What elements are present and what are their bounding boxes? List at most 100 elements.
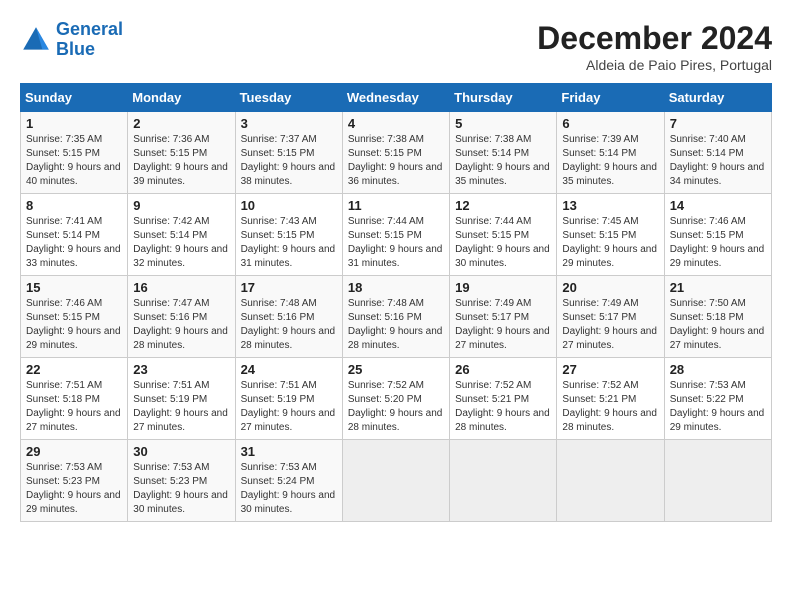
calendar-day: 27 Sunrise: 7:52 AMSunset: 5:21 PMDaylig… — [557, 358, 664, 440]
col-wednesday: Wednesday — [342, 84, 449, 112]
header: General Blue December 2024 Aldeia de Pai… — [20, 20, 772, 73]
header-row: Sunday Monday Tuesday Wednesday Thursday… — [21, 84, 772, 112]
day-number: 13 — [562, 198, 658, 213]
calendar-day: 26 Sunrise: 7:52 AMSunset: 5:21 PMDaylig… — [450, 358, 557, 440]
calendar-table: Sunday Monday Tuesday Wednesday Thursday… — [20, 83, 772, 522]
day-info: Sunrise: 7:51 AMSunset: 5:19 PMDaylight:… — [133, 380, 228, 433]
calendar-day: 8 Sunrise: 7:41 AMSunset: 5:14 PMDayligh… — [21, 194, 128, 276]
calendar-day: 3 Sunrise: 7:37 AMSunset: 5:15 PMDayligh… — [235, 112, 342, 194]
day-number: 22 — [26, 362, 122, 377]
day-info: Sunrise: 7:42 AMSunset: 5:14 PMDaylight:… — [133, 216, 228, 269]
calendar-day: 22 Sunrise: 7:51 AMSunset: 5:18 PMDaylig… — [21, 358, 128, 440]
calendar-day: 11 Sunrise: 7:44 AMSunset: 5:15 PMDaylig… — [342, 194, 449, 276]
day-info: Sunrise: 7:52 AMSunset: 5:21 PMDaylight:… — [562, 380, 657, 433]
day-info: Sunrise: 7:52 AMSunset: 5:21 PMDaylight:… — [455, 380, 550, 433]
day-number: 11 — [348, 198, 444, 213]
col-friday: Friday — [557, 84, 664, 112]
calendar-day: 9 Sunrise: 7:42 AMSunset: 5:14 PMDayligh… — [128, 194, 235, 276]
calendar-week-row: 29 Sunrise: 7:53 AMSunset: 5:23 PMDaylig… — [21, 440, 772, 522]
day-info: Sunrise: 7:52 AMSunset: 5:20 PMDaylight:… — [348, 380, 443, 433]
day-info: Sunrise: 7:38 AMSunset: 5:14 PMDaylight:… — [455, 134, 550, 187]
calendar-day: 24 Sunrise: 7:51 AMSunset: 5:19 PMDaylig… — [235, 358, 342, 440]
empty-day — [557, 440, 664, 522]
day-number: 25 — [348, 362, 444, 377]
day-number: 24 — [241, 362, 337, 377]
page-container: General Blue December 2024 Aldeia de Pai… — [20, 20, 772, 522]
day-info: Sunrise: 7:40 AMSunset: 5:14 PMDaylight:… — [670, 134, 765, 187]
calendar-day: 1 Sunrise: 7:35 AMSunset: 5:15 PMDayligh… — [21, 112, 128, 194]
day-number: 31 — [241, 444, 337, 459]
empty-day — [450, 440, 557, 522]
calendar-day: 19 Sunrise: 7:49 AMSunset: 5:17 PMDaylig… — [450, 276, 557, 358]
day-info: Sunrise: 7:53 AMSunset: 5:23 PMDaylight:… — [133, 462, 228, 515]
day-info: Sunrise: 7:53 AMSunset: 5:23 PMDaylight:… — [26, 462, 121, 515]
day-number: 19 — [455, 280, 551, 295]
calendar-day: 13 Sunrise: 7:45 AMSunset: 5:15 PMDaylig… — [557, 194, 664, 276]
calendar-day: 6 Sunrise: 7:39 AMSunset: 5:14 PMDayligh… — [557, 112, 664, 194]
day-info: Sunrise: 7:48 AMSunset: 5:16 PMDaylight:… — [348, 298, 443, 351]
calendar-day: 18 Sunrise: 7:48 AMSunset: 5:16 PMDaylig… — [342, 276, 449, 358]
logo-icon — [20, 24, 52, 56]
calendar-week-row: 15 Sunrise: 7:46 AMSunset: 5:15 PMDaylig… — [21, 276, 772, 358]
calendar-day: 4 Sunrise: 7:38 AMSunset: 5:15 PMDayligh… — [342, 112, 449, 194]
col-thursday: Thursday — [450, 84, 557, 112]
calendar-day: 2 Sunrise: 7:36 AMSunset: 5:15 PMDayligh… — [128, 112, 235, 194]
day-info: Sunrise: 7:44 AMSunset: 5:15 PMDaylight:… — [455, 216, 550, 269]
day-number: 4 — [348, 116, 444, 131]
day-number: 6 — [562, 116, 658, 131]
calendar-day: 25 Sunrise: 7:52 AMSunset: 5:20 PMDaylig… — [342, 358, 449, 440]
day-info: Sunrise: 7:48 AMSunset: 5:16 PMDaylight:… — [241, 298, 336, 351]
day-info: Sunrise: 7:51 AMSunset: 5:18 PMDaylight:… — [26, 380, 121, 433]
day-number: 14 — [670, 198, 766, 213]
day-info: Sunrise: 7:43 AMSunset: 5:15 PMDaylight:… — [241, 216, 336, 269]
day-number: 29 — [26, 444, 122, 459]
day-number: 10 — [241, 198, 337, 213]
day-info: Sunrise: 7:35 AMSunset: 5:15 PMDaylight:… — [26, 134, 121, 187]
day-info: Sunrise: 7:38 AMSunset: 5:15 PMDaylight:… — [348, 134, 443, 187]
day-info: Sunrise: 7:51 AMSunset: 5:19 PMDaylight:… — [241, 380, 336, 433]
calendar-day: 20 Sunrise: 7:49 AMSunset: 5:17 PMDaylig… — [557, 276, 664, 358]
day-number: 7 — [670, 116, 766, 131]
day-info: Sunrise: 7:41 AMSunset: 5:14 PMDaylight:… — [26, 216, 121, 269]
logo-text: General Blue — [56, 20, 123, 60]
day-number: 15 — [26, 280, 122, 295]
calendar-title: December 2024 — [537, 20, 772, 57]
day-number: 12 — [455, 198, 551, 213]
col-tuesday: Tuesday — [235, 84, 342, 112]
day-info: Sunrise: 7:53 AMSunset: 5:24 PMDaylight:… — [241, 462, 336, 515]
title-area: December 2024 Aldeia de Paio Pires, Port… — [537, 20, 772, 73]
day-info: Sunrise: 7:50 AMSunset: 5:18 PMDaylight:… — [670, 298, 765, 351]
calendar-day: 23 Sunrise: 7:51 AMSunset: 5:19 PMDaylig… — [128, 358, 235, 440]
day-number: 9 — [133, 198, 229, 213]
calendar-day: 30 Sunrise: 7:53 AMSunset: 5:23 PMDaylig… — [128, 440, 235, 522]
calendar-week-row: 1 Sunrise: 7:35 AMSunset: 5:15 PMDayligh… — [21, 112, 772, 194]
calendar-day: 29 Sunrise: 7:53 AMSunset: 5:23 PMDaylig… — [21, 440, 128, 522]
day-number: 28 — [670, 362, 766, 377]
day-info: Sunrise: 7:46 AMSunset: 5:15 PMDaylight:… — [670, 216, 765, 269]
logo: General Blue — [20, 20, 123, 60]
calendar-day: 15 Sunrise: 7:46 AMSunset: 5:15 PMDaylig… — [21, 276, 128, 358]
calendar-day: 7 Sunrise: 7:40 AMSunset: 5:14 PMDayligh… — [664, 112, 771, 194]
day-number: 17 — [241, 280, 337, 295]
logo-line1: General — [56, 19, 123, 39]
day-number: 18 — [348, 280, 444, 295]
day-info: Sunrise: 7:45 AMSunset: 5:15 PMDaylight:… — [562, 216, 657, 269]
col-monday: Monday — [128, 84, 235, 112]
empty-day — [664, 440, 771, 522]
day-info: Sunrise: 7:37 AMSunset: 5:15 PMDaylight:… — [241, 134, 336, 187]
calendar-day: 5 Sunrise: 7:38 AMSunset: 5:14 PMDayligh… — [450, 112, 557, 194]
day-info: Sunrise: 7:36 AMSunset: 5:15 PMDaylight:… — [133, 134, 228, 187]
day-number: 20 — [562, 280, 658, 295]
day-number: 23 — [133, 362, 229, 377]
day-info: Sunrise: 7:46 AMSunset: 5:15 PMDaylight:… — [26, 298, 121, 351]
calendar-day: 31 Sunrise: 7:53 AMSunset: 5:24 PMDaylig… — [235, 440, 342, 522]
empty-day — [342, 440, 449, 522]
day-number: 27 — [562, 362, 658, 377]
day-number: 21 — [670, 280, 766, 295]
day-info: Sunrise: 7:44 AMSunset: 5:15 PMDaylight:… — [348, 216, 443, 269]
logo-line2: Blue — [56, 39, 95, 59]
calendar-day: 21 Sunrise: 7:50 AMSunset: 5:18 PMDaylig… — [664, 276, 771, 358]
calendar-body: 1 Sunrise: 7:35 AMSunset: 5:15 PMDayligh… — [21, 112, 772, 522]
day-number: 1 — [26, 116, 122, 131]
calendar-day: 12 Sunrise: 7:44 AMSunset: 5:15 PMDaylig… — [450, 194, 557, 276]
